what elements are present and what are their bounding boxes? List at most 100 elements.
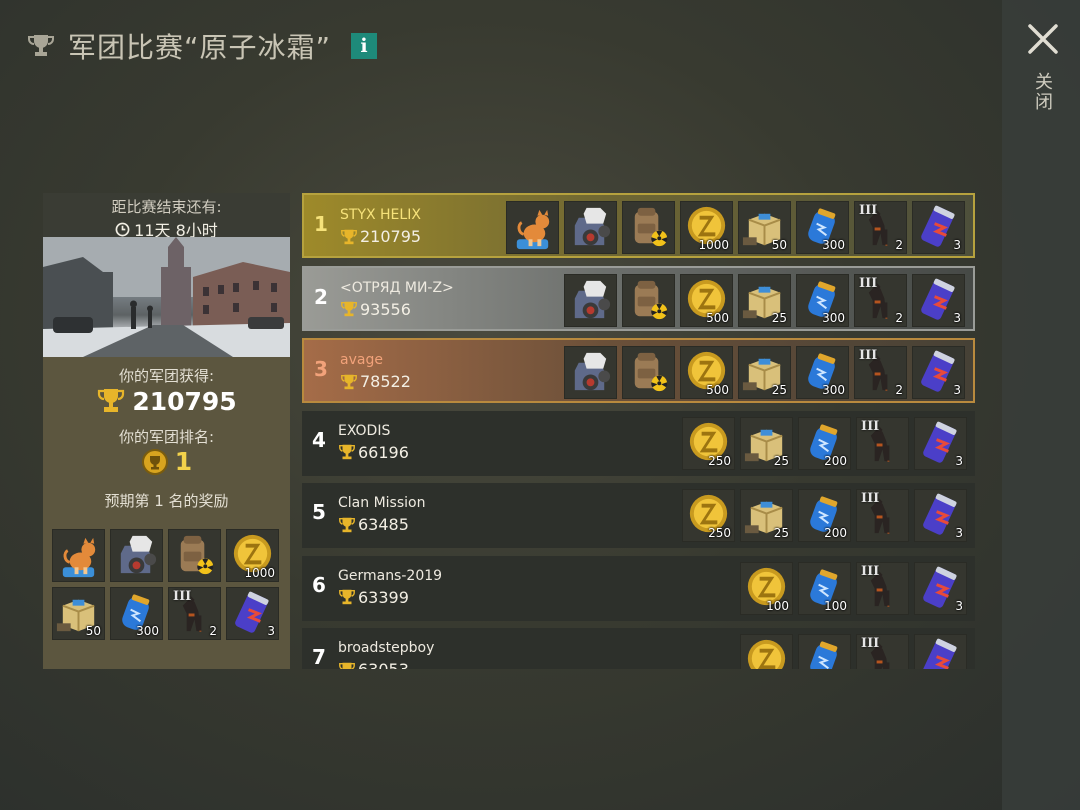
leaderboard-list[interactable]: 1 STYX HELIX 210795 1000 50 300 III 2 3 2 <ОТРЯД М… xyxy=(302,193,975,669)
reward-item[interactable] xyxy=(914,634,967,669)
reward-item[interactable]: 3 xyxy=(914,489,967,542)
reward-item[interactable]: 200 xyxy=(798,416,851,470)
clan-name: Clan Mission xyxy=(338,495,426,511)
rank-medal-icon xyxy=(141,448,168,475)
reward-item[interactable]: 50 xyxy=(738,201,791,254)
rank-number: 1 xyxy=(314,212,328,236)
item-quantity: 2 xyxy=(895,310,903,325)
reward-item[interactable]: III xyxy=(856,416,909,470)
reward-item[interactable]: 25 xyxy=(738,346,791,399)
item-quantity: 3 xyxy=(955,453,963,468)
reward-item[interactable]: 300 xyxy=(796,201,849,254)
reward-item[interactable]: III xyxy=(856,561,909,615)
reward-item[interactable]: 300 xyxy=(796,273,849,327)
reward-item[interactable] xyxy=(110,529,163,582)
leaderboard-row[interactable]: 6 Germans-2019 63399 100 100 III 3 xyxy=(302,555,975,621)
reward-item[interactable]: 25 xyxy=(738,273,791,327)
reward-item[interactable]: 25 xyxy=(740,489,793,542)
close-label[interactable]: 关闭 xyxy=(1031,72,1055,112)
reward-item[interactable] xyxy=(622,201,675,254)
reward-item[interactable]: 250 xyxy=(682,489,735,542)
reward-item[interactable]: 3 xyxy=(912,346,965,399)
reward-item[interactable] xyxy=(798,634,851,669)
rank-number: 6 xyxy=(312,572,326,597)
trophy-icon xyxy=(341,301,357,317)
score-value: 93556 xyxy=(360,299,411,319)
item-quantity: 25 xyxy=(771,310,787,325)
score-value: 63053 xyxy=(358,660,409,669)
reward-items: 500 25 300 III 2 3 xyxy=(564,346,965,399)
reward-item[interactable] xyxy=(564,201,617,254)
time-remaining: 距比赛结束还有: 11天 8小时 xyxy=(43,193,290,240)
reward-item[interactable] xyxy=(622,273,675,327)
reward-items: 250 25 200 III 3 xyxy=(682,416,967,470)
reward-item[interactable] xyxy=(622,346,675,399)
clan-name: EXODIS xyxy=(338,422,391,439)
reward-item[interactable]: III xyxy=(856,489,909,542)
reward-item[interactable]: 1000 xyxy=(226,529,279,582)
item-quantity: 2 xyxy=(895,383,903,397)
radiation-backpack-icon xyxy=(634,207,668,247)
leaderboard-row[interactable]: 4 EXODIS 66196 250 25 200 III 3 xyxy=(302,410,975,476)
clan-score: 210795 xyxy=(340,227,421,246)
reward-item[interactable]: 100 xyxy=(798,561,851,615)
reward-item[interactable]: III 2 xyxy=(168,587,221,640)
header: 军团比赛“原子冰霜” i xyxy=(26,24,378,68)
item-tier: III xyxy=(861,418,880,434)
reward-item[interactable]: 3 xyxy=(914,416,967,470)
leaderboard-row[interactable]: 1 STYX HELIX 210795 1000 50 300 III 2 3 xyxy=(302,193,975,258)
gas-mask-armor-icon xyxy=(574,207,611,246)
close-icon[interactable] xyxy=(1026,22,1060,56)
reward-item[interactable]: 200 xyxy=(798,489,851,542)
leaderboard-row[interactable]: 7 broadstepboy 63053 III xyxy=(302,628,975,669)
reward-item[interactable] xyxy=(564,273,617,327)
reward-item[interactable]: 3 xyxy=(912,201,965,254)
leaderboard-row[interactable]: 2 <ОТРЯД МИ-Z> 93556 500 25 300 III 2 3 xyxy=(302,265,975,331)
item-quantity: 25 xyxy=(773,453,789,468)
item-quantity: 100 xyxy=(824,598,847,613)
reward-item[interactable]: 50 xyxy=(52,587,105,640)
reward-item[interactable]: 100 xyxy=(740,561,793,615)
item-quantity: 3 xyxy=(955,526,963,540)
reward-item[interactable]: 300 xyxy=(110,587,163,640)
reward-item[interactable] xyxy=(564,346,617,399)
reward-item[interactable]: 500 xyxy=(680,346,733,399)
reward-item[interactable]: 3 xyxy=(914,561,967,615)
item-quantity: 300 xyxy=(136,624,159,638)
reward-item[interactable]: 25 xyxy=(740,416,793,470)
reward-item[interactable] xyxy=(506,201,559,254)
item-tier: III xyxy=(861,636,880,651)
item-quantity: 2 xyxy=(209,624,217,638)
reward-item[interactable]: 300 xyxy=(796,346,849,399)
item-quantity: 100 xyxy=(766,598,789,613)
reward-item[interactable]: 1000 xyxy=(680,201,733,254)
reward-item[interactable]: 250 xyxy=(682,416,735,470)
reward-item[interactable]: 3 xyxy=(226,587,279,640)
reward-item[interactable]: 500 xyxy=(680,273,733,327)
reward-item[interactable]: III 2 xyxy=(854,346,907,399)
item-quantity: 250 xyxy=(708,526,731,540)
reward-item[interactable] xyxy=(168,529,221,582)
rank-number: 4 xyxy=(312,427,326,452)
reward-items: 500 25 300 III 2 3 xyxy=(564,273,965,327)
clan-rank-value: 1 xyxy=(174,447,193,476)
trophy-icon xyxy=(28,35,54,56)
clan-name: Germans-2019 xyxy=(338,567,443,584)
clock-icon xyxy=(115,222,130,236)
reward-item[interactable] xyxy=(52,529,105,582)
page-title: 军团比赛“原子冰霜” xyxy=(68,31,332,64)
score-value: 63399 xyxy=(358,587,409,607)
reward-item[interactable]: III 2 xyxy=(854,201,907,254)
reward-items: III xyxy=(740,634,967,669)
expected-rewards-label: 预期第 1 名的奖励 xyxy=(104,492,229,510)
leaderboard-row[interactable]: 3 avage 78522 500 25 300 III 2 3 xyxy=(302,338,975,403)
item-quantity: 3 xyxy=(267,624,275,638)
item-quantity: 300 xyxy=(822,383,845,397)
reward-item[interactable] xyxy=(740,634,793,669)
reward-item[interactable]: III xyxy=(856,634,909,669)
item-quantity: 25 xyxy=(773,526,789,540)
leaderboard-row[interactable]: 5 Clan Mission 63485 250 25 200 III 3 xyxy=(302,483,975,548)
reward-item[interactable]: III 2 xyxy=(854,273,907,327)
reward-item[interactable]: 3 xyxy=(912,273,965,327)
info-button[interactable]: i xyxy=(351,33,378,59)
